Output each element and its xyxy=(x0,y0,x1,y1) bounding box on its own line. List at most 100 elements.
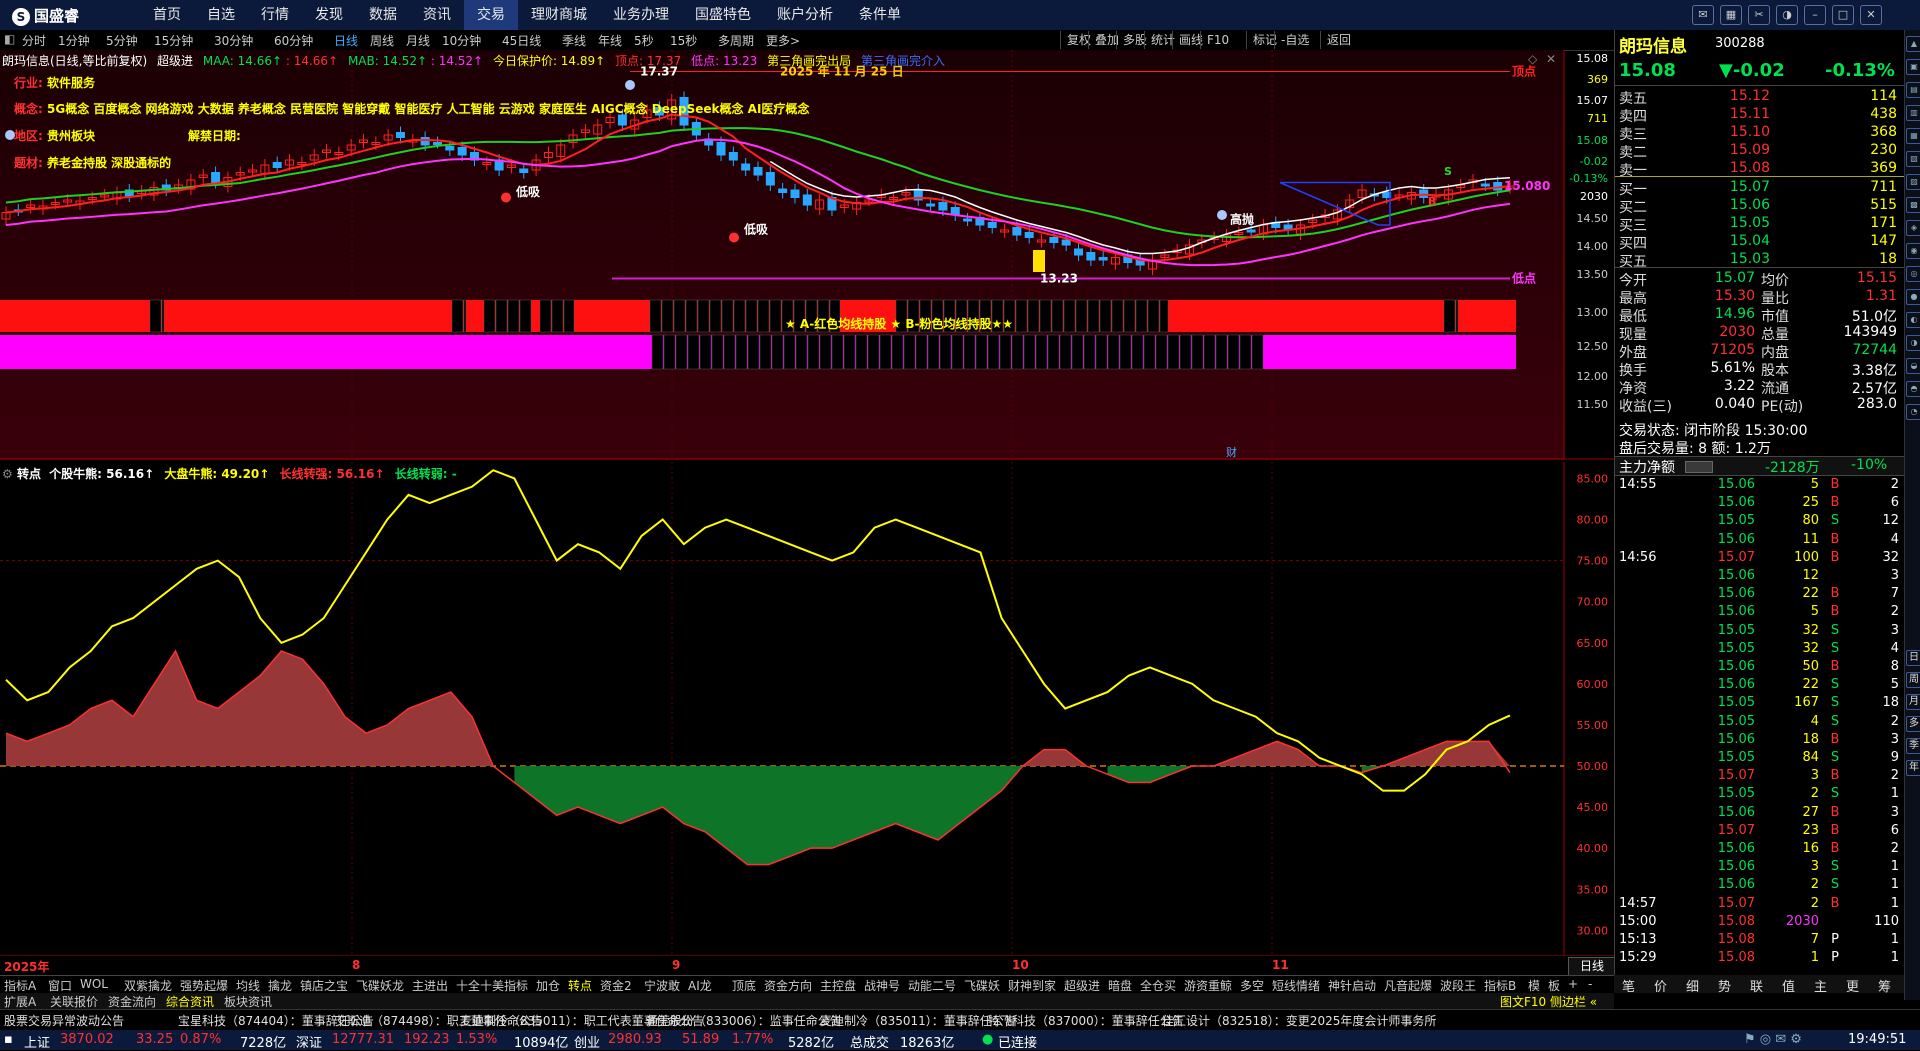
side-tool-icon-5[interactable]: ▧ xyxy=(1906,151,1920,167)
side-panel-toggle[interactable]: 图文F10 侧边栏 « xyxy=(1500,993,1597,1010)
timeframe-8[interactable]: 月线 xyxy=(406,32,430,49)
timeframe-4[interactable]: 30分钟 xyxy=(214,32,253,49)
timeframe-3[interactable]: 15分钟 xyxy=(154,32,193,49)
timeframe-16[interactable]: 更多> xyxy=(766,32,800,49)
timeframe-11[interactable]: 季线 xyxy=(562,32,586,49)
menu-item-10[interactable]: 账户分析 xyxy=(764,0,846,30)
menu-item-2[interactable]: 行情 xyxy=(248,0,302,30)
indicator-tab-1[interactable]: 窗口 xyxy=(48,977,72,994)
quote-tab-2[interactable]: 细 xyxy=(1686,976,1699,995)
news-item-6[interactable]: 特飞科技（837000）：董事辞任公告 xyxy=(988,1012,1184,1029)
news-item-7[interactable]: 佳汇设计（832518）：变更2025年度会计师事务所 xyxy=(1162,1012,1436,1029)
timeframe-9[interactable]: 10分钟 xyxy=(442,32,481,49)
side-period-3[interactable]: 多 xyxy=(1906,716,1920,732)
indicator-tab-25[interactable]: 全仓买 xyxy=(1140,977,1176,994)
toolbar-btn-7[interactable]: -自选 xyxy=(1274,31,1315,49)
menu-item-1[interactable]: 自选 xyxy=(194,0,248,30)
side-tool-icon-9[interactable]: ◉ xyxy=(1906,243,1920,259)
close-icon[interactable]: ✕ xyxy=(1860,5,1882,25)
side-tool-icon-1[interactable]: ▣ xyxy=(1906,59,1920,75)
skin-icon[interactable]: ◑ xyxy=(1776,5,1798,25)
quote-tab-8[interactable]: 筹 xyxy=(1878,976,1891,995)
news-item-5[interactable]: 麦迪制冷（835011）：董事辞任公告 xyxy=(820,1012,1016,1029)
indicator-tab-23[interactable]: 超级进 xyxy=(1064,977,1100,994)
menu-item-3[interactable]: 发现 xyxy=(302,0,356,30)
indicator-tab-21[interactable]: 飞碟妖 xyxy=(964,977,1000,994)
indicator-tab-22[interactable]: 财神到家 xyxy=(1008,977,1056,994)
timeframe-12[interactable]: 年线 xyxy=(598,32,622,49)
timeframe-1[interactable]: 1分钟 xyxy=(58,32,90,49)
side-tool-icon-11[interactable]: ● xyxy=(1906,289,1920,305)
timeframe-5[interactable]: 60分钟 xyxy=(274,32,313,49)
side-tool-icon-4[interactable]: ▦ xyxy=(1906,128,1920,144)
indicator-tab-20[interactable]: 动能二号 xyxy=(908,977,956,994)
timeframe-6[interactable]: 日线 xyxy=(334,32,358,49)
indicator-tab-33[interactable]: 模 xyxy=(1528,977,1540,994)
info-tab-3[interactable]: 综合资讯 xyxy=(166,993,214,1010)
side-tool-icon-2[interactable]: ▤ xyxy=(1906,82,1920,98)
quote-tab-4[interactable]: 联 xyxy=(1750,976,1763,995)
quote-tab-3[interactable]: 势 xyxy=(1718,976,1731,995)
timeframe-0[interactable]: 分时 xyxy=(22,32,46,49)
indicator-tab-10[interactable]: 十全十美指标 xyxy=(456,977,528,994)
minimize-icon[interactable]: – xyxy=(1804,5,1826,25)
indicator-tab-11[interactable]: 加仓 xyxy=(536,977,560,994)
indicator-tab-36[interactable]: - xyxy=(1588,977,1592,991)
indicator-tab-0[interactable]: 指标A xyxy=(4,977,36,994)
timeframe-10[interactable]: 45日线 xyxy=(502,32,541,49)
indicator-tab-24[interactable]: 暗盘 xyxy=(1108,977,1132,994)
info-tab-4[interactable]: 板块资讯 xyxy=(224,993,272,1010)
quote-tab-6[interactable]: 主 xyxy=(1814,976,1827,995)
indicator-tab-18[interactable]: 主控盘 xyxy=(820,977,856,994)
indicator-tab-3[interactable]: 双紫擒龙 xyxy=(124,977,172,994)
indicator-tab-4[interactable]: 强势起爆 xyxy=(180,977,228,994)
cy-label[interactable]: 创业 xyxy=(574,1032,600,1051)
status-icons[interactable]: ⚑ ◎ ✉ ⚙ xyxy=(1744,1032,1802,1047)
side-period-2[interactable]: 月 xyxy=(1906,694,1920,710)
chart-close-icon[interactable]: ✕ xyxy=(1546,52,1556,66)
sh-label[interactable]: 上证 xyxy=(24,1032,50,1051)
side-tool-icon-3[interactable]: ▥ xyxy=(1906,105,1920,121)
side-tool-icon-6[interactable]: ▨ xyxy=(1906,174,1920,190)
side-period-0[interactable]: 日 xyxy=(1906,650,1920,666)
timeframe-13[interactable]: 5秒 xyxy=(634,32,654,49)
indicator-tab-15[interactable]: AI龙 xyxy=(688,977,712,994)
menu-item-11[interactable]: 条件单 xyxy=(846,0,914,30)
side-tool-icon-8[interactable]: ◈ xyxy=(1906,220,1920,236)
indicator-tab-6[interactable]: 擒龙 xyxy=(268,977,292,994)
indicator-tab-14[interactable]: 宁波敢 xyxy=(644,977,680,994)
menu-item-6[interactable]: 交易 xyxy=(464,0,518,30)
indicator-tab-19[interactable]: 战神号 xyxy=(864,977,900,994)
tools-icon[interactable]: ✂ xyxy=(1748,5,1770,25)
indicator-tab-17[interactable]: 资金方向 xyxy=(764,977,812,994)
info-tab-0[interactable]: 扩展A xyxy=(4,993,36,1010)
side-tool-icon-10[interactable]: ◎ xyxy=(1906,266,1920,282)
side-tool-icon-15[interactable]: ◓ xyxy=(1906,381,1920,397)
indicator-tab-2[interactable]: WOL xyxy=(80,977,108,991)
info-tab-1[interactable]: 关联报价 xyxy=(50,993,98,1010)
news-item-4[interactable]: 通莞股份（833006）：监事任命公告 xyxy=(646,1012,842,1029)
toolbar-btn-5[interactable]: F10 xyxy=(1200,31,1235,49)
quote-tab-7[interactable]: 更 xyxy=(1846,976,1859,995)
menu-item-9[interactable]: 国盛特色 xyxy=(682,0,764,30)
indicator-tab-29[interactable]: 神针启动 xyxy=(1328,977,1376,994)
calendar-icon[interactable]: ▦ xyxy=(1720,5,1742,25)
indicator-tab-30[interactable]: 凡音起爆 xyxy=(1384,977,1432,994)
toolbar-btn-8[interactable]: 返回 xyxy=(1320,31,1357,49)
panel-toggle-icon[interactable]: ◧ xyxy=(4,32,15,46)
timeframe-7[interactable]: 周线 xyxy=(370,32,394,49)
side-tool-icon-12[interactable]: ◐ xyxy=(1906,312,1920,328)
indicator-tab-27[interactable]: 多空 xyxy=(1240,977,1264,994)
indicator-tab-28[interactable]: 短线情绪 xyxy=(1272,977,1320,994)
timeframe-2[interactable]: 5分钟 xyxy=(106,32,138,49)
side-period-5[interactable]: 年 xyxy=(1906,760,1920,776)
indicator-tab-8[interactable]: 飞碟妖龙 xyxy=(356,977,404,994)
period-selector[interactable]: 日线 xyxy=(1568,957,1616,976)
message-icon[interactable]: ✉ xyxy=(1692,5,1714,25)
side-period-1[interactable]: 周 xyxy=(1906,672,1920,688)
side-tool-icon-16[interactable]: ◔ xyxy=(1906,404,1920,420)
menu-item-7[interactable]: 理财商城 xyxy=(518,0,600,30)
menu-item-8[interactable]: 业务办理 xyxy=(600,0,682,30)
indicator-tab-16[interactable]: 顶底 xyxy=(732,977,756,994)
news-item-0[interactable]: 股票交易异常波动公告 xyxy=(4,1012,124,1029)
